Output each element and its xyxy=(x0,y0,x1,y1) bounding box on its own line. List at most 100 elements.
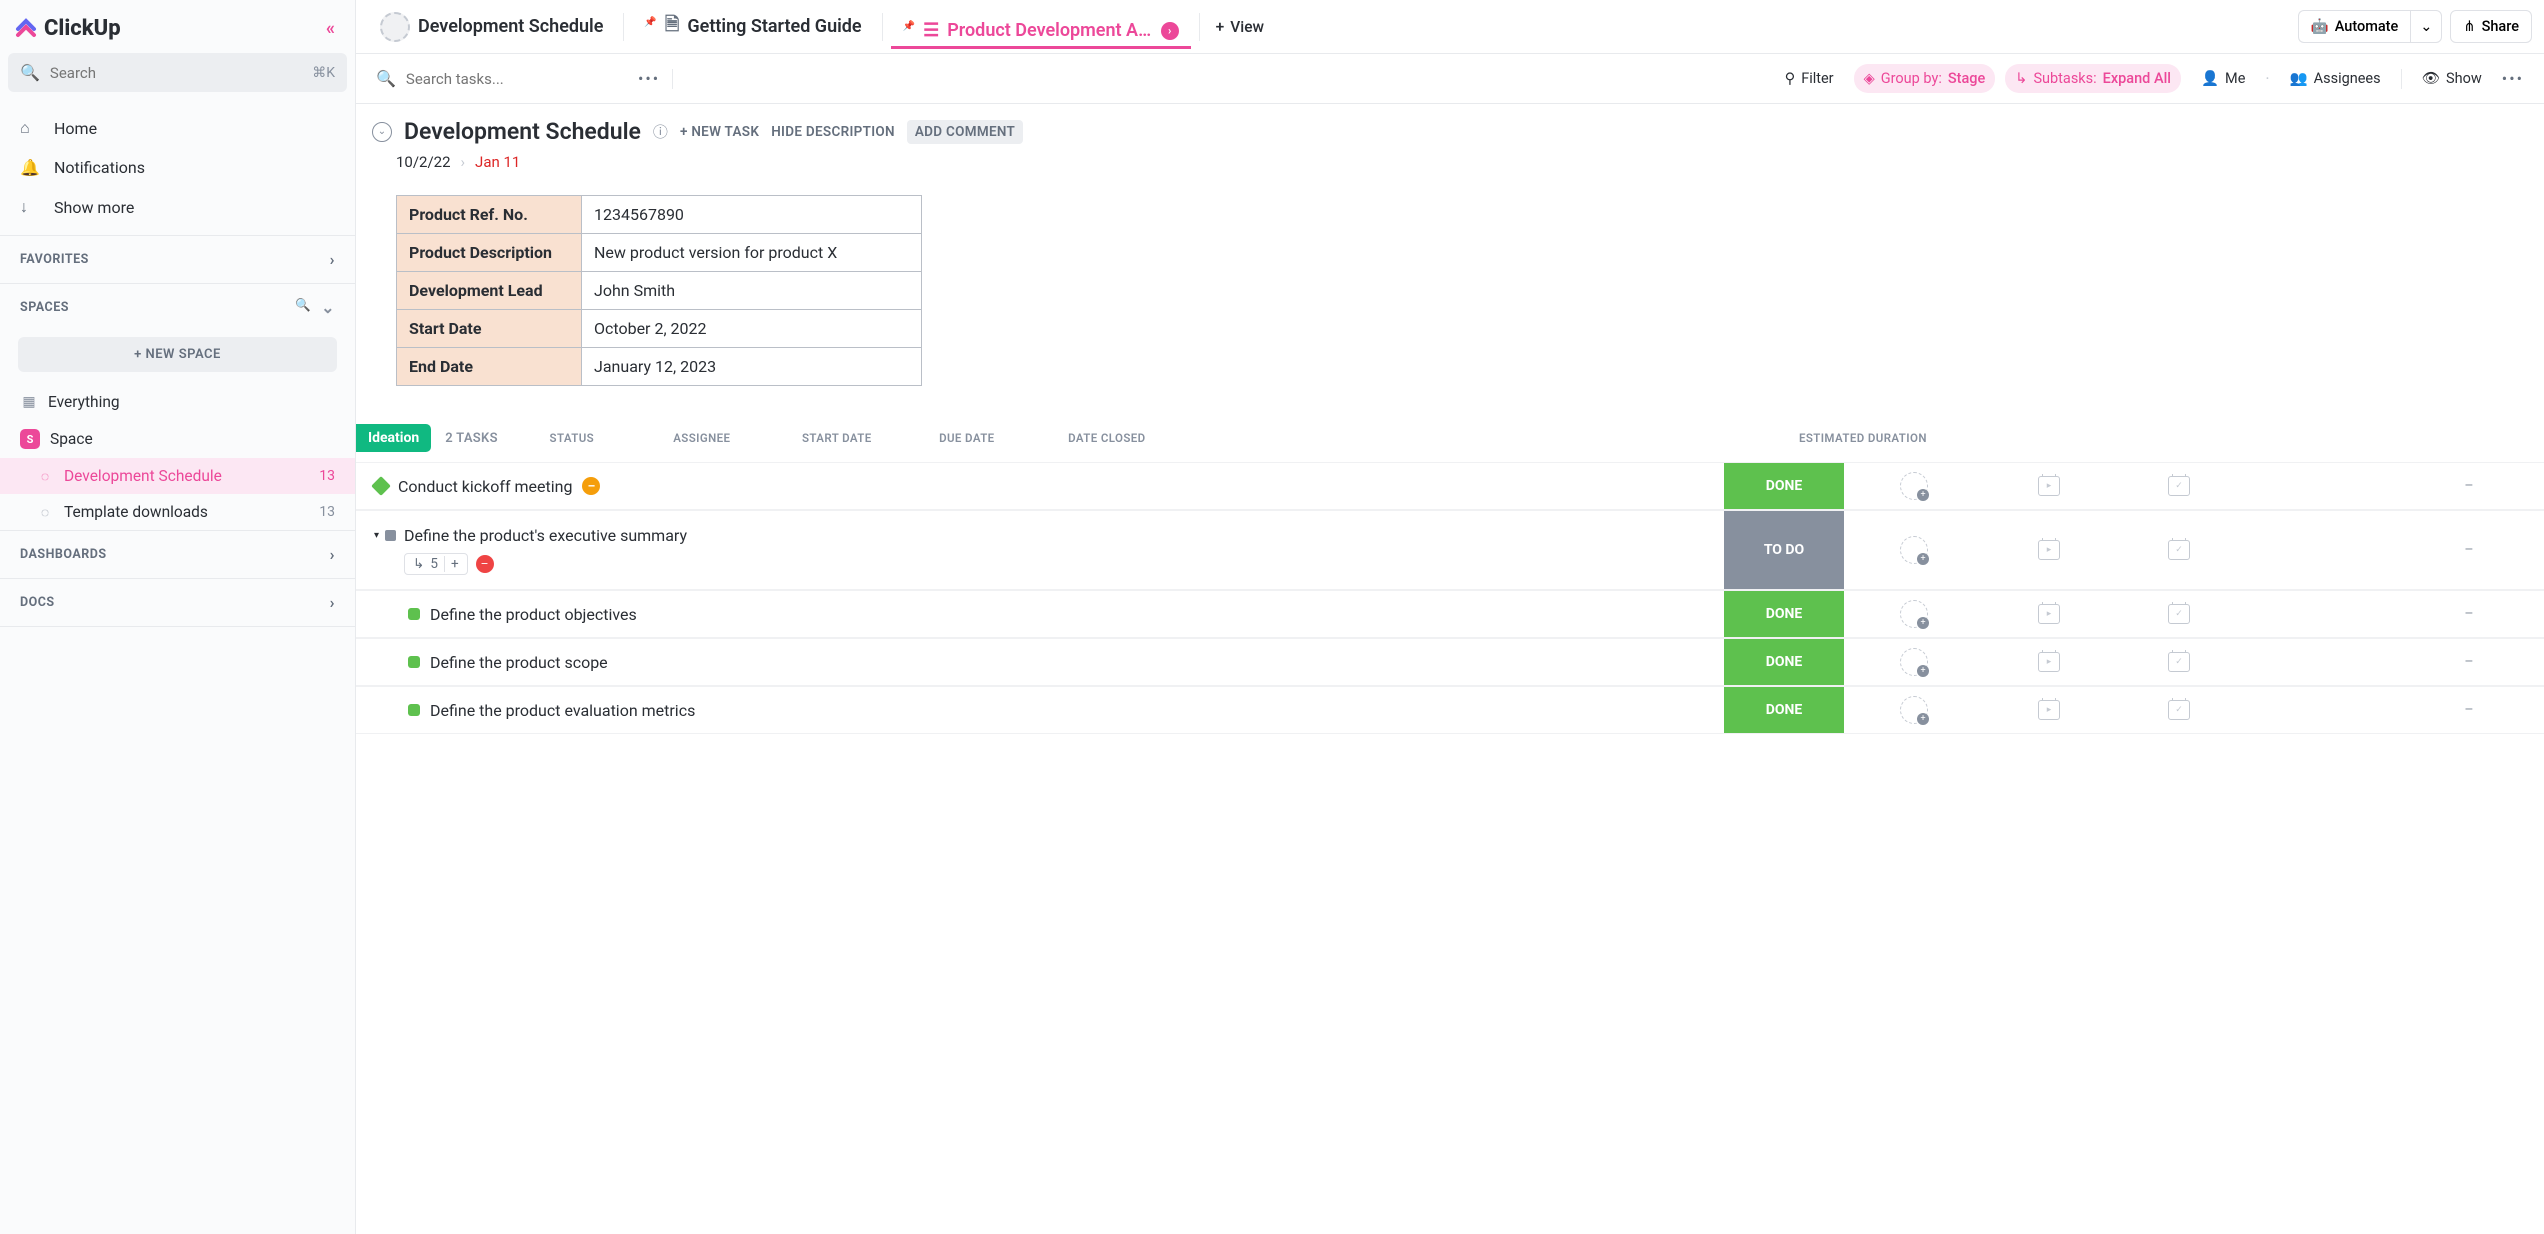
start-cell[interactable] xyxy=(1984,591,2114,637)
sidebar-search-input[interactable] xyxy=(50,64,302,82)
due-cell[interactable] xyxy=(2114,463,2244,509)
status-square-icon[interactable] xyxy=(408,656,420,668)
assignee-cell[interactable] xyxy=(1844,591,1984,637)
share-button[interactable]: ⋔Share xyxy=(2450,10,2532,43)
add-assignee-icon[interactable] xyxy=(1900,536,1928,564)
me-button[interactable]: 👤Me xyxy=(2191,64,2255,93)
info-value[interactable]: John Smith xyxy=(582,272,922,310)
expand-caret-icon[interactable]: ▾ xyxy=(374,530,379,541)
add-assignee-icon[interactable] xyxy=(1900,648,1928,676)
add-assignee-icon[interactable] xyxy=(1900,696,1928,724)
col-due[interactable]: DUE DATE xyxy=(902,431,1032,445)
status-diamond-icon[interactable] xyxy=(371,476,391,496)
automate-button[interactable]: 🤖Automate xyxy=(2298,10,2411,43)
status-cell[interactable]: TO DO xyxy=(1724,511,1844,589)
col-closed[interactable]: DATE CLOSED xyxy=(1032,431,1182,445)
est-cell[interactable]: – xyxy=(2394,687,2544,733)
hide-description-button[interactable]: HIDE DESCRIPTION xyxy=(771,124,895,140)
task-search-input[interactable] xyxy=(406,70,626,88)
status-cell[interactable]: DONE xyxy=(1724,591,1844,637)
chevron-down-icon[interactable]: ⌄ xyxy=(321,298,335,317)
spaces-header[interactable]: SPACES 🔍 ⌄ xyxy=(0,284,355,331)
tab-getting-started[interactable]: 📌 🗎 Getting Started Guide xyxy=(632,4,873,50)
task-name[interactable]: Conduct kickoff meeting xyxy=(398,477,572,496)
priority-high-icon[interactable]: – xyxy=(476,555,494,573)
col-start[interactable]: START DATE xyxy=(772,431,902,445)
sidebar-item-everything[interactable]: ▦ Everything xyxy=(0,384,355,420)
task-name[interactable]: Define the product objectives xyxy=(430,605,637,624)
add-comment-button[interactable]: ADD COMMENT xyxy=(907,120,1023,144)
subtask-count-pill[interactable]: ↳5+ xyxy=(404,553,468,575)
status-cell[interactable]: DONE xyxy=(1724,463,1844,509)
dashboards-header[interactable]: DASHBOARDS › xyxy=(0,531,355,578)
docs-header[interactable]: DOCS › xyxy=(0,579,355,626)
start-cell[interactable] xyxy=(1984,639,2114,685)
est-cell[interactable]: – xyxy=(2394,591,2544,637)
nav-home[interactable]: ⌂Home xyxy=(0,108,355,148)
due-cell[interactable] xyxy=(2114,591,2244,637)
nav-show-more[interactable]: ↓Show more xyxy=(0,187,355,227)
col-status[interactable]: STATUS xyxy=(512,431,632,445)
start-cell[interactable] xyxy=(1984,511,2114,589)
status-square-icon[interactable] xyxy=(408,704,420,716)
info-value[interactable]: 1234567890 xyxy=(582,196,922,234)
nav-notifications[interactable]: 🔔Notifications xyxy=(0,148,355,187)
task-row[interactable]: Conduct kickoff meeting – DONE – xyxy=(356,462,2544,510)
info-value[interactable]: January 12, 2023 xyxy=(582,348,922,386)
tab-dev-schedule[interactable]: Development Schedule xyxy=(368,4,615,50)
more-horizontal-icon[interactable]: ••• xyxy=(638,69,660,88)
info-icon[interactable]: ⓘ xyxy=(653,121,668,142)
status-cell[interactable]: DONE xyxy=(1724,687,1844,733)
task-row[interactable]: Define the product objectives DONE – xyxy=(356,590,2544,638)
sidebar-item-template-downloads[interactable]: ◌ Template downloads 13 xyxy=(0,494,355,530)
favorites-header[interactable]: FAVORITES › xyxy=(0,236,355,283)
status-cell[interactable]: DONE xyxy=(1724,639,1844,685)
info-value[interactable]: New product version for product X xyxy=(582,234,922,272)
est-cell[interactable]: – xyxy=(2394,639,2544,685)
search-icon[interactable]: 🔍 xyxy=(295,298,311,317)
sidebar-item-space[interactable]: S Space xyxy=(0,420,355,458)
est-cell[interactable]: – xyxy=(2394,511,2544,589)
automate-dropdown[interactable]: ⌄ xyxy=(2410,10,2442,43)
task-name[interactable]: Define the product evaluation metrics xyxy=(430,701,695,720)
add-assignee-icon[interactable] xyxy=(1900,600,1928,628)
sidebar-item-dev-schedule[interactable]: ◌ Development Schedule 13 xyxy=(0,458,355,494)
add-subtask[interactable]: + xyxy=(444,556,459,572)
add-view-button[interactable]: + View xyxy=(1208,18,1272,36)
task-row[interactable]: Define the product scope DONE – xyxy=(356,638,2544,686)
status-square-icon[interactable] xyxy=(385,530,396,541)
sidebar-search[interactable]: 🔍 ⌘K xyxy=(8,53,347,92)
filter-button[interactable]: ⚲Filter xyxy=(1775,64,1844,93)
est-cell[interactable]: – xyxy=(2394,463,2544,509)
logo[interactable]: ClickUp xyxy=(14,16,121,41)
created-date[interactable]: 10/2/22 xyxy=(396,153,451,171)
start-cell[interactable] xyxy=(1984,463,2114,509)
assignee-cell[interactable] xyxy=(1844,687,1984,733)
new-task-button[interactable]: + NEW TASK xyxy=(680,124,759,140)
task-search[interactable]: 🔍 xyxy=(376,69,626,88)
tab-product-activities[interactable]: 📌 ☰ Product Development Activities › xyxy=(891,12,1191,49)
add-assignee-icon[interactable] xyxy=(1900,472,1928,500)
task-row[interactable]: Define the product evaluation metrics DO… xyxy=(356,686,2544,734)
col-est[interactable]: ESTIMATED DURATION xyxy=(1182,431,2544,445)
due-cell[interactable] xyxy=(2114,511,2244,589)
assignee-cell[interactable] xyxy=(1844,511,1984,589)
group-name[interactable]: Ideation xyxy=(356,424,431,452)
col-assignee[interactable]: ASSIGNEE xyxy=(632,431,772,445)
subtasks-button[interactable]: ↳Subtasks: Expand All xyxy=(2005,64,2181,93)
collapse-sidebar-button[interactable]: « xyxy=(326,18,335,39)
assignee-cell[interactable] xyxy=(1844,639,1984,685)
assignees-button[interactable]: 👥Assignees xyxy=(2280,64,2391,93)
due-date[interactable]: Jan 11 xyxy=(475,153,520,171)
group-by-button[interactable]: ◈Group by: Stage xyxy=(1854,64,1996,93)
assignee-cell[interactable] xyxy=(1844,463,1984,509)
collapse-circle-icon[interactable]: ⌄ xyxy=(372,122,392,142)
more-horizontal-icon[interactable]: ••• xyxy=(2502,69,2524,88)
status-square-icon[interactable] xyxy=(408,608,420,620)
show-button[interactable]: 👁Show xyxy=(2412,64,2492,93)
due-cell[interactable] xyxy=(2114,639,2244,685)
due-cell[interactable] xyxy=(2114,687,2244,733)
new-space-button[interactable]: + NEW SPACE xyxy=(18,337,337,372)
start-cell[interactable] xyxy=(1984,687,2114,733)
task-name[interactable]: Define the product's executive summary xyxy=(404,526,687,545)
